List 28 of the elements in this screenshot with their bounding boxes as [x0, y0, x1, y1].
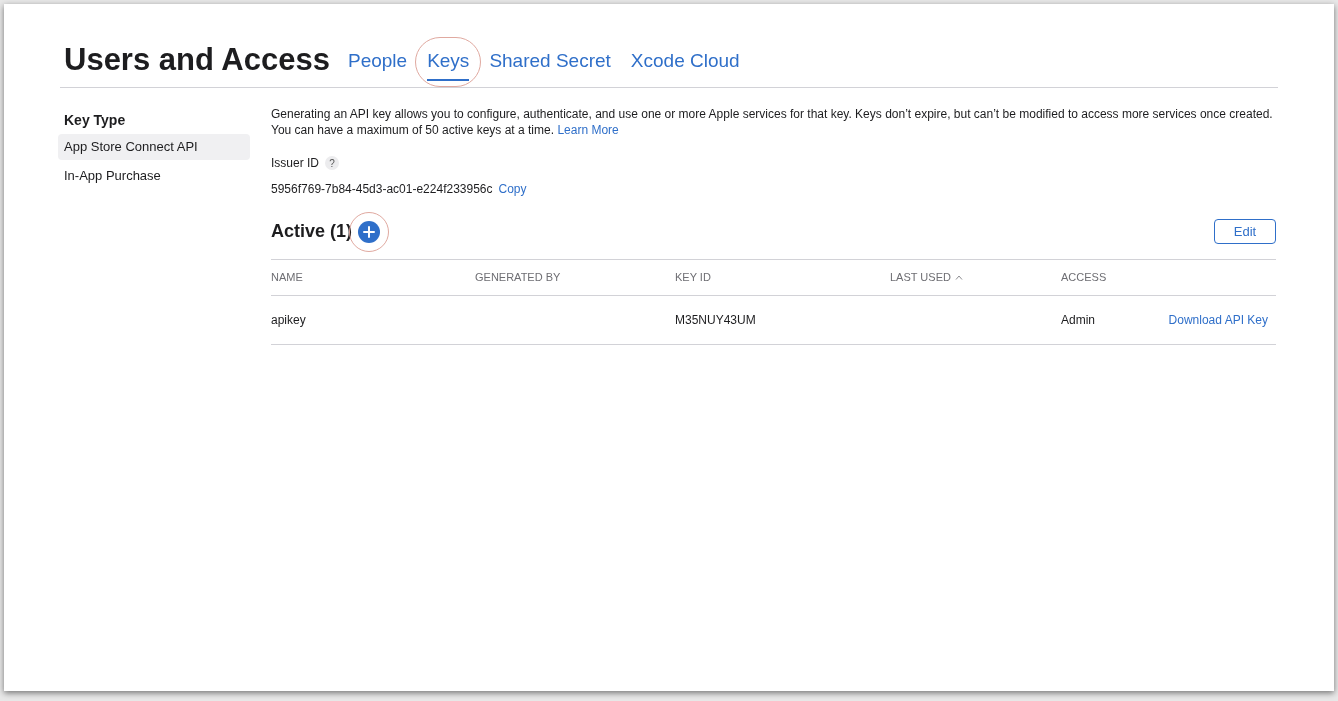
plus-icon	[363, 225, 376, 238]
issuer-id: 5956f769-7b84-45d3-ac01-e224f233956c	[271, 181, 493, 198]
table-cell-text: M35NUY43UM	[675, 311, 757, 329]
column-header[interactable]: LAST USED	[890, 269, 1061, 286]
section-title: Active (1)	[271, 220, 353, 243]
sidebar-item[interactable]: In-App Purchase	[58, 162, 250, 188]
tab[interactable]: Xcode Cloud	[630, 46, 740, 81]
table-cell-text: apikey	[271, 311, 307, 329]
learn-more-link[interactable]: Learn More	[557, 123, 619, 137]
copy-link[interactable]: Copy	[498, 180, 527, 198]
sort-ascending-icon	[954, 274, 963, 280]
sidebar-item[interactable]: App Store Connect API	[58, 134, 250, 160]
column-header[interactable]: KEY ID	[675, 269, 890, 286]
issuer-label: Issuer ID	[271, 155, 319, 172]
edit-button[interactable]: Edit	[1214, 219, 1276, 244]
tab[interactable]: Shared Secret	[489, 46, 611, 81]
column-header[interactable]: ACCESS	[1061, 269, 1276, 286]
column-header[interactable]: GENERATED BY	[475, 269, 675, 286]
table-cell-text: Admin	[1061, 311, 1096, 329]
tab[interactable]: Keys	[427, 46, 470, 81]
page-title: Users and Access	[63, 44, 330, 79]
tab[interactable]: People	[347, 46, 408, 81]
add-button[interactable]	[358, 220, 381, 243]
download-link[interactable]: Download API Key	[1168, 310, 1276, 329]
sidebar-heading: Key Type	[63, 111, 127, 130]
help-icon[interactable]: ?	[325, 156, 339, 170]
intro-text: Generating an API key allows you to configure, authenticate, and use one or more Apple services for that key. Keys don’t expire, but can’t be modified to access more services once created. You can have a maximum of 50 active keys at a time. Learn More	[271, 106, 1274, 138]
column-header[interactable]: NAME	[271, 269, 475, 286]
